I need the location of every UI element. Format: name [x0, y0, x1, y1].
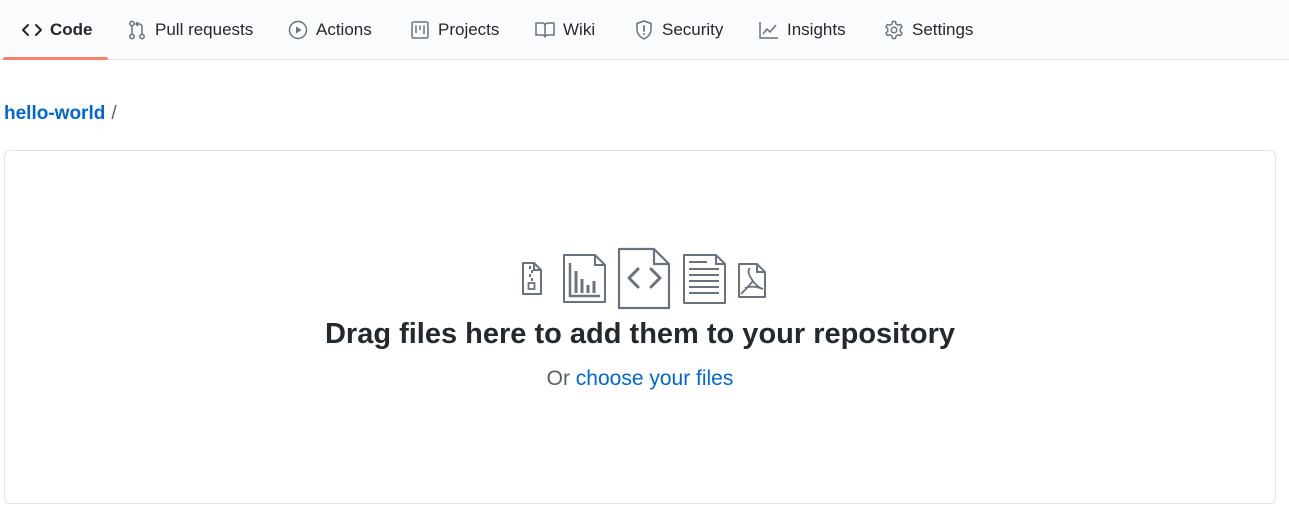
tab-settings-label: Settings [912, 19, 974, 39]
repo-link[interactable]: hello-world [4, 103, 105, 124]
tab-insights[interactable]: Insights [759, 0, 846, 59]
tab-security[interactable]: Security [634, 0, 723, 59]
file-text-icon [683, 254, 726, 304]
tab-code-label: Code [50, 19, 93, 39]
gear-icon [884, 20, 904, 40]
play-icon [288, 20, 308, 40]
tab-actions[interactable]: Actions [288, 0, 372, 59]
tab-wiki[interactable]: Wiki [535, 0, 595, 59]
tab-security-label: Security [662, 19, 724, 39]
book-icon [535, 20, 555, 40]
pull-request-icon [127, 20, 147, 40]
dropzone-subline: Or choose your files [5, 367, 1275, 391]
tab-projects[interactable]: Projects [410, 0, 499, 59]
shield-icon [634, 19, 654, 40]
repo-nav: Code Pull requests Actions Projects Wiki… [0, 0, 1289, 60]
tab-pull-requests[interactable]: Pull requests [127, 0, 253, 59]
tab-settings[interactable]: Settings [884, 0, 973, 59]
tab-projects-label: Projects [438, 19, 500, 39]
file-pdf-icon [738, 263, 766, 298]
breadcrumb-separator: / [111, 103, 117, 124]
tab-code[interactable]: Code [22, 0, 93, 59]
dropzone-headline: Drag files here to add them to your repo… [324, 318, 956, 350]
code-icon [22, 20, 42, 40]
active-tab-indicator [3, 57, 108, 60]
tab-pull-requests-label: Pull requests [155, 19, 254, 39]
file-chart-icon [563, 254, 606, 303]
project-icon [410, 20, 430, 40]
tab-wiki-label: Wiki [563, 19, 596, 39]
file-dropzone[interactable]: Drag files here to add them to your repo… [4, 150, 1276, 504]
graph-icon [759, 20, 779, 40]
file-zip-icon [522, 262, 542, 295]
choose-files-link[interactable]: choose your files [576, 367, 734, 390]
or-text: Or [546, 367, 570, 390]
breadcrumb: hello-world / [4, 102, 117, 126]
tab-actions-label: Actions [316, 19, 372, 39]
file-type-icons [517, 247, 777, 311]
tab-insights-label: Insights [787, 19, 846, 39]
file-code-icon [617, 247, 671, 310]
